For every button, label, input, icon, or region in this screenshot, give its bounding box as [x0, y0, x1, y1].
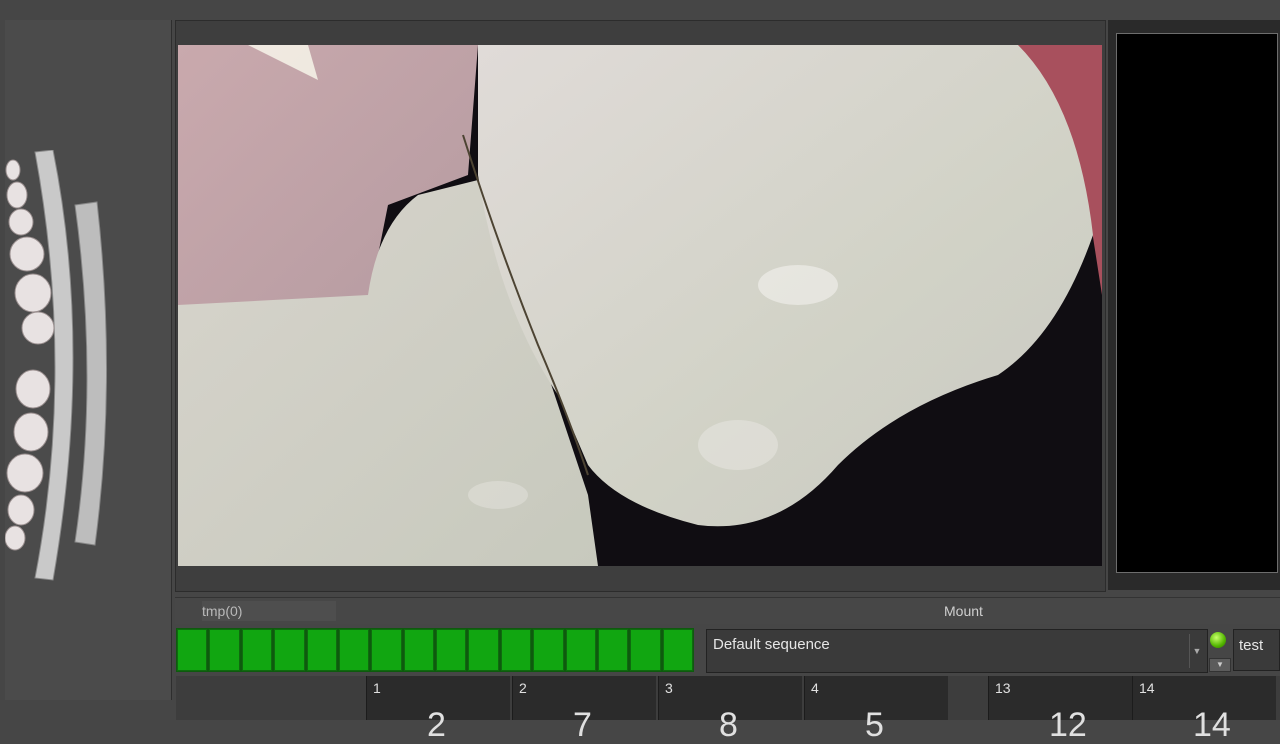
- status-led-icon: [1210, 632, 1226, 648]
- chevron-down-icon[interactable]: ▼: [1209, 658, 1231, 672]
- slot-number: 3: [665, 680, 673, 696]
- test-button[interactable]: test: [1233, 629, 1280, 671]
- progress-segment: [338, 629, 370, 671]
- image-slot[interactable]: 13 12: [988, 676, 1132, 742]
- status-bar: tmp(0) Mount: [175, 597, 1280, 624]
- slot-value: 2: [427, 706, 446, 744]
- chevron-down-icon[interactable]: ▼: [1189, 634, 1204, 668]
- slot-number: 13: [995, 680, 1011, 696]
- progress-segment: [177, 629, 208, 671]
- progress-segment: [468, 629, 499, 671]
- slot-value: 12: [1049, 706, 1087, 744]
- tooth[interactable]: [6, 453, 44, 493]
- tooth[interactable]: [14, 273, 52, 313]
- slot-value: 14: [1193, 706, 1231, 744]
- image-slot-strip: 1 2 2 7 3 8 4 5 13 12 14 14: [176, 676, 1280, 742]
- tmp-label: tmp(0): [202, 601, 336, 621]
- upper-arch-band: [34, 150, 74, 581]
- tooth[interactable]: [7, 494, 35, 526]
- progress-segment: [662, 629, 693, 671]
- image-slot[interactable]: 14 14: [1132, 676, 1276, 742]
- intraoral-camera-image[interactable]: [178, 45, 1102, 566]
- tooth[interactable]: [6, 181, 28, 209]
- preview-display[interactable]: [1116, 33, 1278, 573]
- tooth[interactable]: [15, 369, 51, 409]
- mount-label[interactable]: Mount: [944, 601, 983, 621]
- progress-segment: [274, 629, 305, 671]
- tooth[interactable]: [8, 208, 34, 236]
- capture-progress-bar: [176, 628, 694, 672]
- progress-segment: [209, 629, 240, 671]
- progress-segment: [436, 629, 467, 671]
- progress-segment: [403, 629, 434, 671]
- tooth-chart-panel: [5, 20, 172, 700]
- image-slot[interactable]: 12: [366, 676, 510, 742]
- tooth[interactable]: [5, 159, 21, 181]
- image-slot[interactable]: 27: [512, 676, 656, 742]
- image-slot[interactable]: 45: [804, 676, 948, 742]
- progress-segment: [565, 629, 596, 671]
- slot-number: 1: [373, 680, 381, 696]
- tooth[interactable]: [13, 412, 49, 452]
- slot-value: 8: [719, 706, 738, 744]
- slot-value: 7: [573, 706, 592, 744]
- tooth[interactable]: [9, 236, 45, 272]
- slot-number: 14: [1139, 680, 1155, 696]
- slot-number: 4: [811, 680, 819, 696]
- progress-segment: [630, 629, 661, 671]
- progress-segment: [533, 629, 564, 671]
- sequence-dropdown[interactable]: Default sequence ▼: [706, 629, 1208, 673]
- progress-segment: [306, 629, 337, 671]
- progress-segment: [597, 629, 629, 671]
- progress-segment: [241, 629, 273, 671]
- tooth[interactable]: [21, 311, 55, 345]
- progress-segment: [371, 629, 402, 671]
- tooth[interactable]: [5, 525, 26, 551]
- outer-arch-band: [74, 201, 108, 546]
- slot-value: 5: [865, 706, 884, 744]
- sequence-selected-value: Default sequence: [713, 636, 830, 653]
- progress-segment: [500, 629, 532, 671]
- image-slot[interactable]: 38: [658, 676, 802, 742]
- slot-number: 2: [519, 680, 527, 696]
- dental-arch-icon[interactable]: [5, 150, 115, 590]
